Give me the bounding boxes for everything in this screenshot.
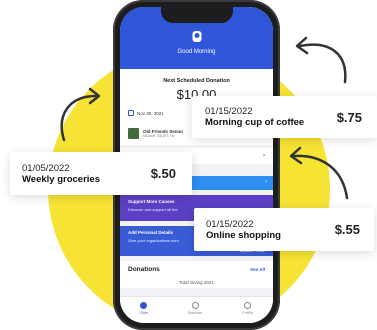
- transaction-description: Online shopping: [206, 229, 281, 241]
- tab-give-label: Give: [139, 311, 148, 315]
- chevron-right-icon: ›: [265, 179, 267, 185]
- support-causes-title: Support More Causes: [128, 199, 175, 204]
- chevron-right-icon: ›: [263, 153, 265, 159]
- transaction-card-coffee: 01/15/2022 Morning cup of coffee $.75: [192, 96, 377, 138]
- bottom-tab-bar: Give Discover Profile: [120, 296, 273, 323]
- phone-notch: [160, 7, 233, 23]
- see-all-link[interactable]: See All: [250, 267, 265, 272]
- transaction-description: Morning cup of coffee: [205, 117, 305, 128]
- tab-profile-label: Profile: [242, 311, 254, 315]
- tab-give[interactable]: Give: [140, 302, 148, 315]
- transaction-amount: $.50: [150, 166, 176, 181]
- curved-arrow-icon-left: [60, 87, 101, 142]
- greeting-text: Good Morning: [177, 49, 216, 55]
- organization-logo: [128, 128, 139, 139]
- donation-date: Nov 30, 2021: [137, 110, 164, 116]
- transaction-card-groceries: 01/05/2022 Weekly groceries $.50: [10, 152, 192, 195]
- transaction-amount: $.55: [334, 222, 360, 237]
- transaction-amount: $.75: [336, 109, 362, 125]
- tab-profile[interactable]: Profile: [242, 302, 253, 315]
- next-donation-label: Next Scheduled Donation: [163, 78, 230, 84]
- tab-discover-label: Discover: [187, 311, 203, 315]
- curved-arrow-icon-right: [289, 146, 349, 200]
- transaction-date: 01/15/2022: [205, 106, 253, 117]
- total-giving-label: Total Giving 2021: [179, 280, 214, 285]
- app-logo-icon: [192, 31, 201, 42]
- organization-location: MOUNT JULIET, TN: [143, 134, 175, 138]
- curved-arrow-icon-top-right: [295, 36, 347, 84]
- compass-icon: [191, 302, 199, 309]
- donations-section: Donations See All Total Giving 2021: [120, 261, 273, 288]
- tab-discover[interactable]: Discover: [187, 302, 203, 315]
- profile-icon: [244, 302, 252, 309]
- calendar-icon: [128, 110, 134, 116]
- transaction-card-shopping: 01/15/2022 Online shopping $.55: [194, 208, 374, 251]
- transaction-date: 01/05/2022: [22, 162, 70, 174]
- give-icon: [140, 302, 148, 309]
- transaction-description: Weekly groceries: [22, 173, 100, 185]
- transaction-date: 01/15/2022: [206, 218, 254, 230]
- donations-title: Donations: [128, 266, 160, 273]
